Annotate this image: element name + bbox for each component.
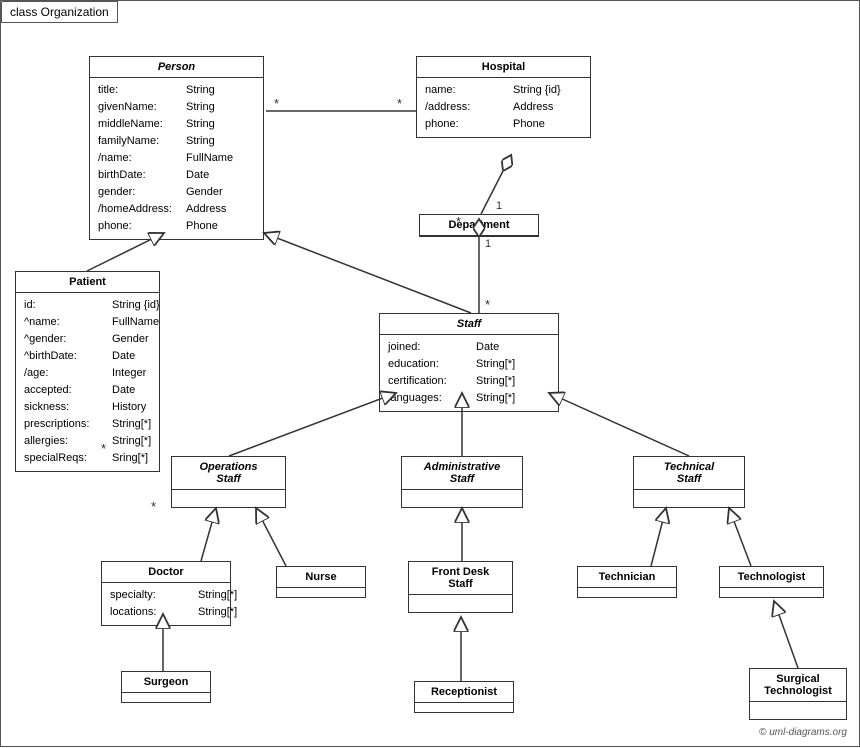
svg-text:*: * — [274, 96, 279, 111]
class-person-name: Person — [90, 57, 263, 78]
class-department-name: Department — [420, 215, 538, 236]
class-staff: Staff joined:Date education:String[*] ce… — [379, 313, 559, 412]
class-front-desk-staff-name: Front Desk Staff — [409, 562, 512, 595]
class-staff-name: Staff — [380, 314, 558, 335]
class-administrative-staff-name: Administrative Staff — [402, 457, 522, 490]
class-surgical-technologist: Surgical Technologist — [749, 668, 847, 720]
class-doctor-attrs: specialty:String[*] locations:String[*] — [102, 583, 230, 625]
class-receptionist-name: Receptionist — [415, 682, 513, 703]
class-technician-name: Technician — [578, 567, 676, 588]
class-hospital-name: Hospital — [417, 57, 590, 78]
svg-text:*: * — [397, 96, 402, 111]
class-surgeon: Surgeon — [121, 671, 211, 703]
class-patient-attrs: id:String {id} ^name:FullName ^gender:Ge… — [16, 293, 159, 471]
class-surgeon-name: Surgeon — [122, 672, 210, 693]
class-doctor: Doctor specialty:String[*] locations:Str… — [101, 561, 231, 626]
class-administrative-staff: Administrative Staff — [401, 456, 523, 508]
diagram-container: class Organization Person title:String g… — [0, 0, 860, 747]
class-technical-staff-name: Technical Staff — [634, 457, 744, 490]
class-technologist-name: Technologist — [720, 567, 823, 588]
svg-text:*: * — [151, 499, 156, 514]
class-patient-name: Patient — [16, 272, 159, 293]
svg-text:*: * — [485, 297, 490, 312]
copyright-text: © uml-diagrams.org — [759, 727, 847, 738]
class-doctor-name: Doctor — [102, 562, 230, 583]
class-staff-attrs: joined:Date education:String[*] certific… — [380, 335, 558, 411]
diagram-title: class Organization — [1, 1, 118, 23]
class-front-desk-staff: Front Desk Staff — [408, 561, 513, 613]
class-department: Department — [419, 214, 539, 237]
class-hospital: Hospital name:String {id} /address:Addre… — [416, 56, 591, 138]
svg-text:1: 1 — [496, 200, 502, 212]
class-technical-staff: Technical Staff — [633, 456, 745, 508]
svg-text:1: 1 — [485, 238, 491, 250]
class-nurse: Nurse — [276, 566, 366, 598]
class-person-attrs: title:String givenName:String middleName… — [90, 78, 263, 239]
class-patient: Patient id:String {id} ^name:FullName ^g… — [15, 271, 160, 472]
class-operations-staff: Operations Staff — [171, 456, 286, 508]
class-technician: Technician — [577, 566, 677, 598]
class-operations-staff-name: Operations Staff — [172, 457, 285, 490]
class-hospital-attrs: name:String {id} /address:Address phone:… — [417, 78, 590, 137]
class-nurse-name: Nurse — [277, 567, 365, 588]
class-technologist: Technologist — [719, 566, 824, 598]
class-receptionist: Receptionist — [414, 681, 514, 713]
class-surgical-technologist-name: Surgical Technologist — [750, 669, 846, 702]
class-person: Person title:String givenName:String mid… — [89, 56, 264, 240]
